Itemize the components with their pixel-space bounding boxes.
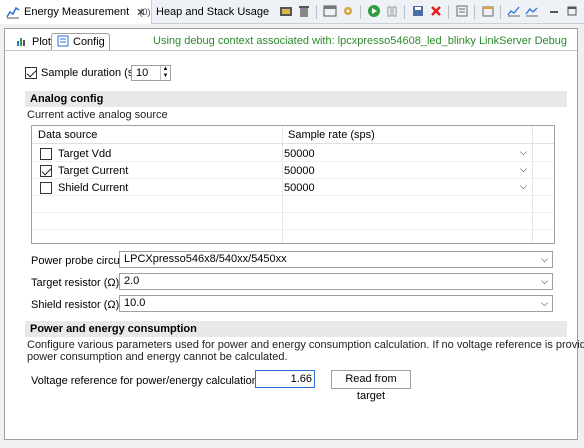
config-panel: Plot Config Using debug context associat…	[4, 28, 584, 440]
heap-icon: (0)	[139, 7, 151, 17]
config-icon	[56, 35, 70, 49]
read-from-target-button[interactable]: Read from target	[331, 370, 411, 402]
table-row[interactable]: Shield Current 50000 ⌵	[32, 180, 554, 196]
new-window-icon[interactable]	[480, 4, 496, 20]
chevron-down-icon: ⌵	[541, 254, 548, 264]
chart-icon[interactable]	[506, 4, 522, 20]
row-checkbox[interactable]	[40, 148, 52, 160]
analog-description: Current active analog source	[27, 109, 168, 121]
view-tab-bar: Energy Measurement ✕ (0) Heap and Stack …	[0, 0, 584, 24]
delete-icon[interactable]	[296, 4, 312, 20]
target-resistor-select[interactable]: 2.0 ⌵	[119, 273, 553, 290]
row-rate[interactable]: 50000	[284, 148, 315, 160]
row-rate[interactable]: 50000	[284, 182, 315, 194]
tab-heap-and-stack[interactable]: (0) Heap and Stack Usage	[132, 0, 275, 24]
row-rate[interactable]: 50000	[284, 165, 315, 177]
chart-alt-icon[interactable]	[524, 4, 540, 20]
chevron-down-icon[interactable]: ⌵	[520, 147, 527, 158]
sample-duration-label: Sample duration (s)	[41, 67, 137, 79]
settings-icon[interactable]	[340, 4, 356, 20]
energy-chart-icon	[6, 5, 20, 19]
debug-context-text: Using debug context associated with: lpc…	[153, 35, 567, 47]
vref-label: Voltage reference for power/energy calcu…	[31, 375, 276, 387]
save-icon[interactable]	[410, 4, 426, 20]
vref-input[interactable]: 1.66	[255, 370, 315, 388]
column-sample-rate: Sample rate (sps)	[288, 129, 375, 141]
plot-icon	[15, 35, 29, 49]
remove-icon[interactable]	[428, 4, 444, 20]
row-name: Target Vdd	[58, 148, 112, 160]
table-row-empty	[32, 214, 554, 230]
tab-plot-label: Plot	[32, 35, 51, 48]
power-energy-heading: Power and energy consumption	[25, 321, 567, 337]
spinner-down-icon[interactable]: ▼	[161, 73, 170, 80]
tab-plot[interactable]: Plot	[11, 33, 55, 50]
row-checkbox[interactable]	[40, 165, 52, 177]
sample-duration-spinner[interactable]: 10 ▲ ▼	[131, 65, 171, 81]
sample-duration-checkbox[interactable]	[25, 67, 37, 79]
analog-config-heading: Analog config	[25, 91, 567, 107]
tab-label: Energy Measurement	[24, 6, 130, 18]
tab-config-label: Config	[73, 36, 105, 48]
shield-resistor-select[interactable]: 10.0 ⌵	[119, 295, 553, 312]
analog-source-table: Data source Sample rate (sps) Target Vdd…	[31, 125, 555, 244]
sample-duration-value: 10	[136, 67, 149, 79]
target-resistor-value: 2.0	[124, 275, 140, 287]
maximize-icon[interactable]	[564, 4, 580, 20]
chevron-down-icon: ⌵	[541, 298, 548, 308]
export-icon[interactable]	[322, 4, 338, 20]
record-icon[interactable]	[278, 4, 294, 20]
shield-resistor-value: 10.0	[124, 297, 146, 309]
table-header: Data source Sample rate (sps)	[32, 126, 554, 144]
view-icon[interactable]	[454, 4, 470, 20]
minimize-icon[interactable]	[546, 4, 562, 20]
tab-energy-measurement[interactable]: Energy Measurement ✕	[0, 0, 153, 24]
tab-label: Heap and Stack Usage	[156, 6, 270, 18]
power-probe-value: LPCXpresso546x8/540xx/5450xx	[124, 253, 287, 265]
row-name: Shield Current	[58, 182, 129, 194]
power-description-line2: power consumption and energy cannot be c…	[27, 351, 288, 363]
target-resistor-label: Target resistor (Ω)	[31, 277, 120, 289]
column-data-source: Data source	[38, 129, 98, 141]
spinner-up-icon[interactable]: ▲	[161, 66, 170, 73]
chevron-down-icon: ⌵	[541, 276, 548, 286]
power-description-line1: Configure various parameters used for po…	[27, 339, 584, 351]
table-row-empty	[32, 197, 554, 213]
run-icon[interactable]	[366, 4, 382, 20]
power-probe-label: Power probe circuit	[31, 255, 126, 267]
table-row[interactable]: Target Current 50000 ⌵	[32, 163, 554, 179]
tab-config[interactable]: Config	[51, 33, 110, 50]
pause-icon[interactable]	[384, 4, 400, 20]
chevron-down-icon[interactable]: ⌵	[520, 181, 527, 192]
row-checkbox[interactable]	[40, 182, 52, 194]
shield-resistor-label: Shield resistor (Ω)	[31, 299, 120, 311]
table-row[interactable]: Target Vdd 50000 ⌵	[32, 146, 554, 162]
power-probe-select[interactable]: LPCXpresso546x8/540xx/5450xx ⌵	[119, 251, 553, 268]
row-name: Target Current	[58, 165, 129, 177]
chevron-down-icon[interactable]: ⌵	[520, 164, 527, 175]
